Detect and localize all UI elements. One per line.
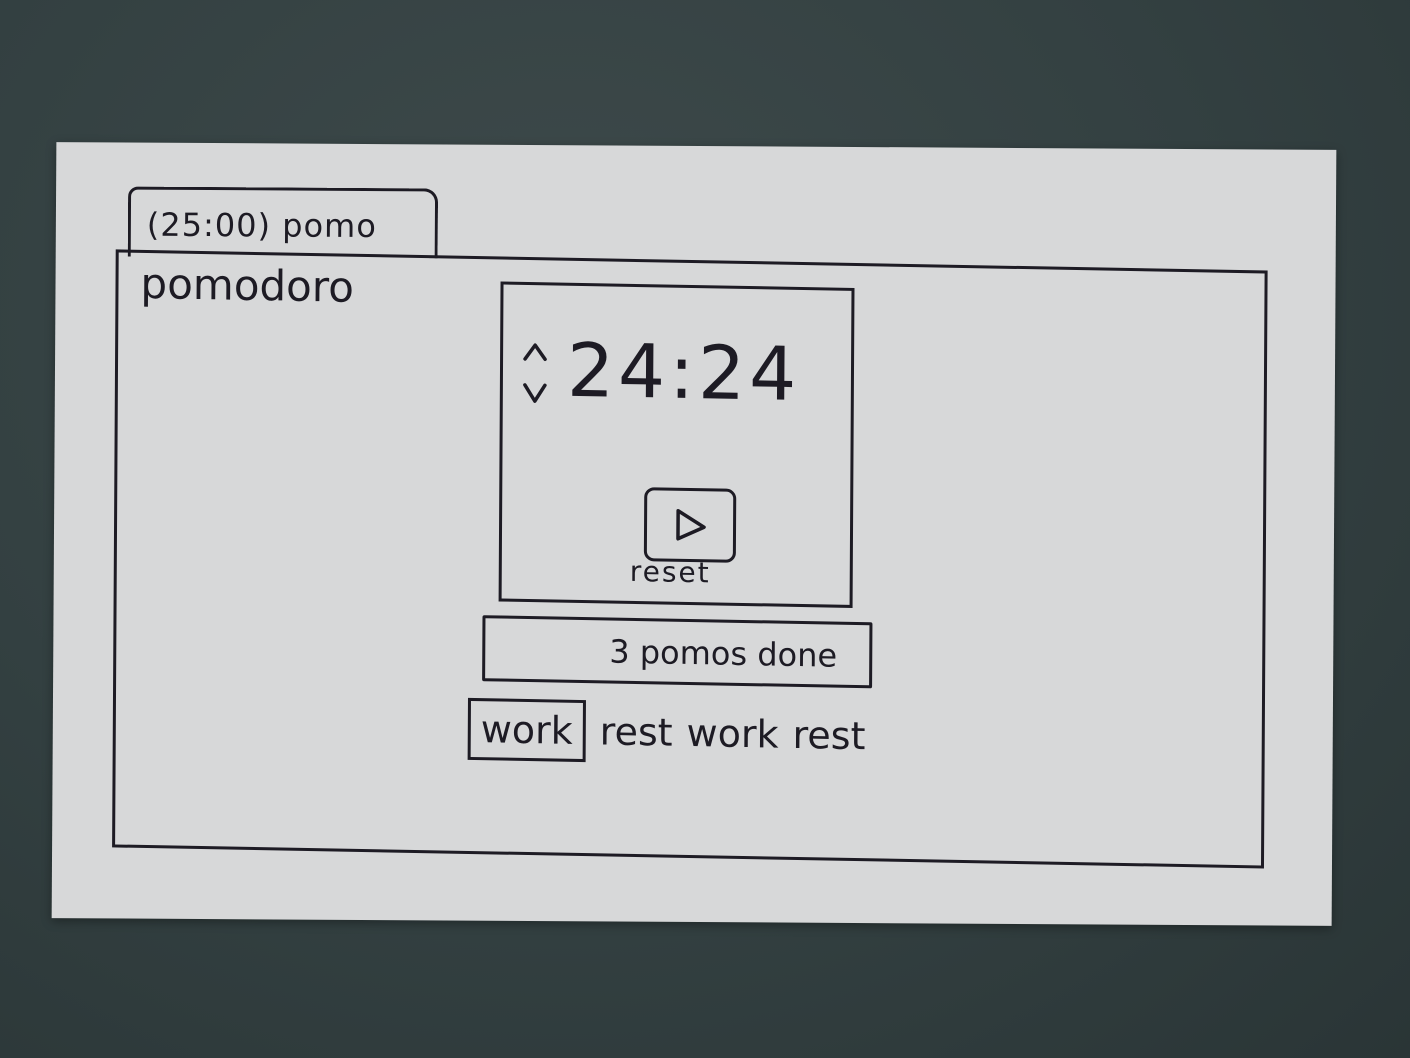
play-icon	[676, 509, 706, 541]
status-text: 3 pomos done	[609, 632, 838, 675]
phase-sequence: work rest work rest	[467, 697, 866, 768]
phase-work-active[interactable]: work	[467, 697, 586, 763]
app-window: pomodoro 24:24 reset 3 pomos done work r…	[112, 249, 1268, 869]
phase-rest[interactable]: rest	[600, 703, 673, 760]
status-bar: 3 pomos done	[482, 615, 873, 689]
app-title: pomodoro	[140, 258, 355, 312]
timer-display: 24:24	[566, 327, 801, 418]
timer-panel: 24:24 reset	[498, 281, 855, 608]
phase-work[interactable]: work	[686, 705, 778, 763]
reset-label[interactable]: reset	[630, 555, 711, 589]
browser-tab[interactable]: (25:00) pomo	[127, 186, 439, 259]
tab-label: (25:00) pomo	[146, 205, 377, 246]
phase-rest[interactable]: rest	[792, 707, 865, 764]
play-button[interactable]	[643, 487, 737, 563]
up-down-chevron-icon[interactable]	[515, 337, 555, 410]
paper-card: (25:00) pomo pomodoro 24:24 reset 3 pomo…	[51, 142, 1337, 926]
